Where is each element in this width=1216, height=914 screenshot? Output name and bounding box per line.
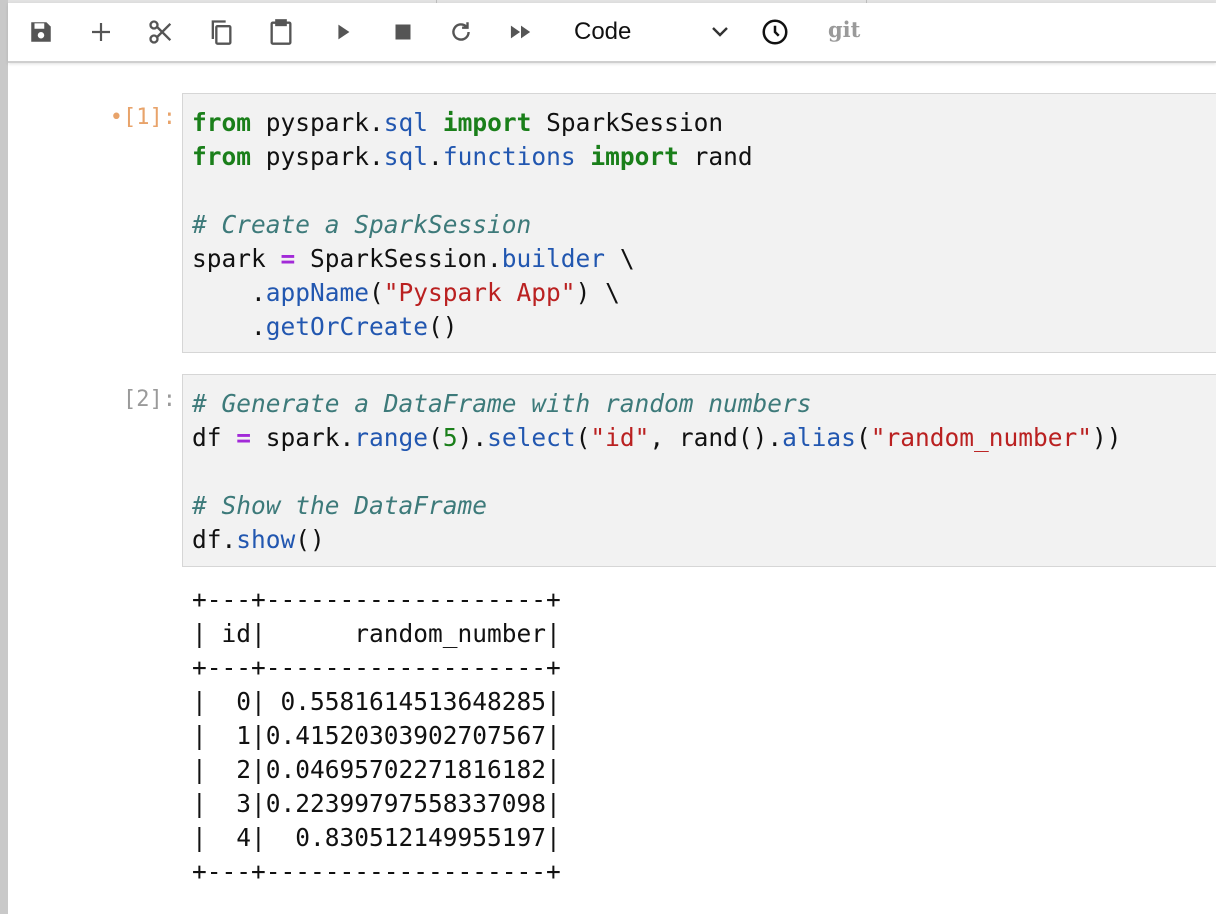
code-token: spark.: [251, 423, 355, 452]
code-token: .: [192, 278, 266, 307]
code-token: =: [280, 244, 296, 273]
code-token: (: [575, 423, 591, 452]
code-token: # Create a SparkSession: [192, 210, 532, 239]
code-token: import: [442, 108, 532, 137]
code-token: 5: [442, 423, 458, 452]
output-line: | 0| 0.5581614513648285|: [192, 687, 561, 716]
stop-icon[interactable]: [388, 15, 418, 49]
save-icon[interactable]: [26, 15, 56, 49]
code-token: sql: [383, 108, 429, 137]
output-line: +---+-------------------+: [192, 857, 561, 886]
code-token: (: [428, 423, 443, 452]
code-token: )): [1091, 423, 1122, 452]
code-token: ) \: [575, 278, 620, 307]
git-label[interactable]: git: [828, 17, 860, 42]
code-token: select: [487, 423, 576, 452]
code-token: (: [369, 278, 384, 307]
cell-prompt-1: •[1]:: [98, 105, 176, 130]
code-line: df.show(): [192, 523, 1216, 557]
run-icon[interactable]: [328, 15, 358, 49]
code-token: df: [192, 423, 237, 452]
code-token: SparkSession: [531, 108, 724, 137]
code-token: appName: [265, 278, 370, 307]
code-token: functions: [442, 142, 576, 171]
code-token: spark: [192, 244, 281, 273]
code-token: .: [428, 142, 443, 171]
copy-icon[interactable]: [206, 15, 236, 49]
add-cell-icon[interactable]: [86, 15, 116, 49]
code-token: "Pyspark App": [383, 278, 576, 307]
code-token: =: [236, 423, 252, 452]
code-editor[interactable]: from pyspark.sql import SparkSession from…: [192, 106, 1216, 344]
left-panel-edge: [0, 0, 8, 914]
output-line: +---+-------------------+: [192, 653, 561, 682]
code-token: (): [295, 525, 325, 554]
code-cell-1[interactable]: from pyspark.sql import SparkSession from…: [182, 93, 1216, 353]
code-line: .appName("Pyspark App") \: [192, 276, 1216, 310]
code-line: from pyspark.sql import SparkSession: [192, 106, 1216, 140]
restart-icon[interactable]: [446, 15, 476, 49]
chevron-down-icon: [712, 27, 728, 37]
notebook-toolbar: Code git: [8, 3, 1216, 63]
code-token: ).: [457, 423, 488, 452]
code-token: # Show the DataFrame: [192, 491, 488, 520]
prompt-label: [1]:: [123, 105, 176, 130]
code-token: sql: [383, 142, 429, 171]
output-line: | 3|0.22399797558337098|: [192, 789, 561, 818]
cut-icon[interactable]: [146, 15, 176, 49]
code-line: # Generate a DataFrame with random numbe…: [192, 387, 1216, 421]
code-token: range: [354, 423, 429, 452]
code-token: import: [590, 142, 679, 171]
code-line: # Show the DataFrame: [192, 489, 1216, 523]
code-token: "random_number": [870, 423, 1092, 452]
code-token: (: [855, 423, 871, 452]
output-line: | 4| 0.830512149955197|: [192, 823, 561, 852]
code-token: from: [192, 108, 252, 137]
code-token: rand: [678, 142, 753, 171]
code-line: from pyspark.sql.functions import rand: [192, 140, 1216, 174]
output-line: | 1|0.41520303902707567|: [192, 721, 561, 750]
output-line: | 2|0.04695702271816182|: [192, 755, 561, 784]
fast-forward-icon[interactable]: [506, 15, 536, 49]
code-line: df = spark.range(5).select("id", rand().…: [192, 421, 1216, 455]
code-token: from: [192, 142, 252, 171]
cell-output: +---+-------------------+ | id| random_nu…: [192, 583, 561, 889]
code-token: pyspark.: [251, 142, 384, 171]
clock-icon[interactable]: [760, 15, 790, 49]
code-token: show: [236, 525, 296, 554]
code-token: \: [605, 244, 635, 273]
code-token: builder: [501, 244, 606, 273]
output-line: | id| random_number|: [192, 619, 561, 648]
code-line: spark = SparkSession.builder \: [192, 242, 1216, 276]
code-cell-2[interactable]: # Generate a DataFrame with random numbe…: [182, 374, 1216, 567]
code-token: pyspark.: [251, 108, 384, 137]
code-token: # Generate a DataFrame with random numbe…: [192, 389, 812, 418]
paste-icon[interactable]: [266, 15, 296, 49]
cell-prompt-2: [2]:: [98, 387, 176, 412]
code-token: , rand().: [649, 423, 783, 452]
notebook-area: •[1]: from pyspark.sql import SparkSessi…: [8, 63, 1216, 914]
code-token: alias: [782, 423, 856, 452]
code-line: .getOrCreate(): [192, 310, 1216, 344]
code-token: .: [192, 312, 266, 341]
modified-dot-icon: •: [109, 105, 124, 130]
code-editor[interactable]: # Generate a DataFrame with random numbe…: [192, 387, 1216, 557]
prompt-label: [2]:: [123, 387, 176, 412]
code-token: df.: [192, 525, 237, 554]
code-token: SparkSession.: [295, 244, 502, 273]
code-line: # Create a SparkSession: [192, 208, 1216, 242]
cell-type-value: Code: [574, 18, 632, 45]
code-token: (): [428, 312, 458, 341]
output-line: +---+-------------------+: [192, 585, 561, 614]
code-token: getOrCreate: [265, 312, 429, 341]
code-token: "id": [590, 423, 650, 452]
cell-type-dropdown[interactable]: Code: [566, 13, 738, 51]
